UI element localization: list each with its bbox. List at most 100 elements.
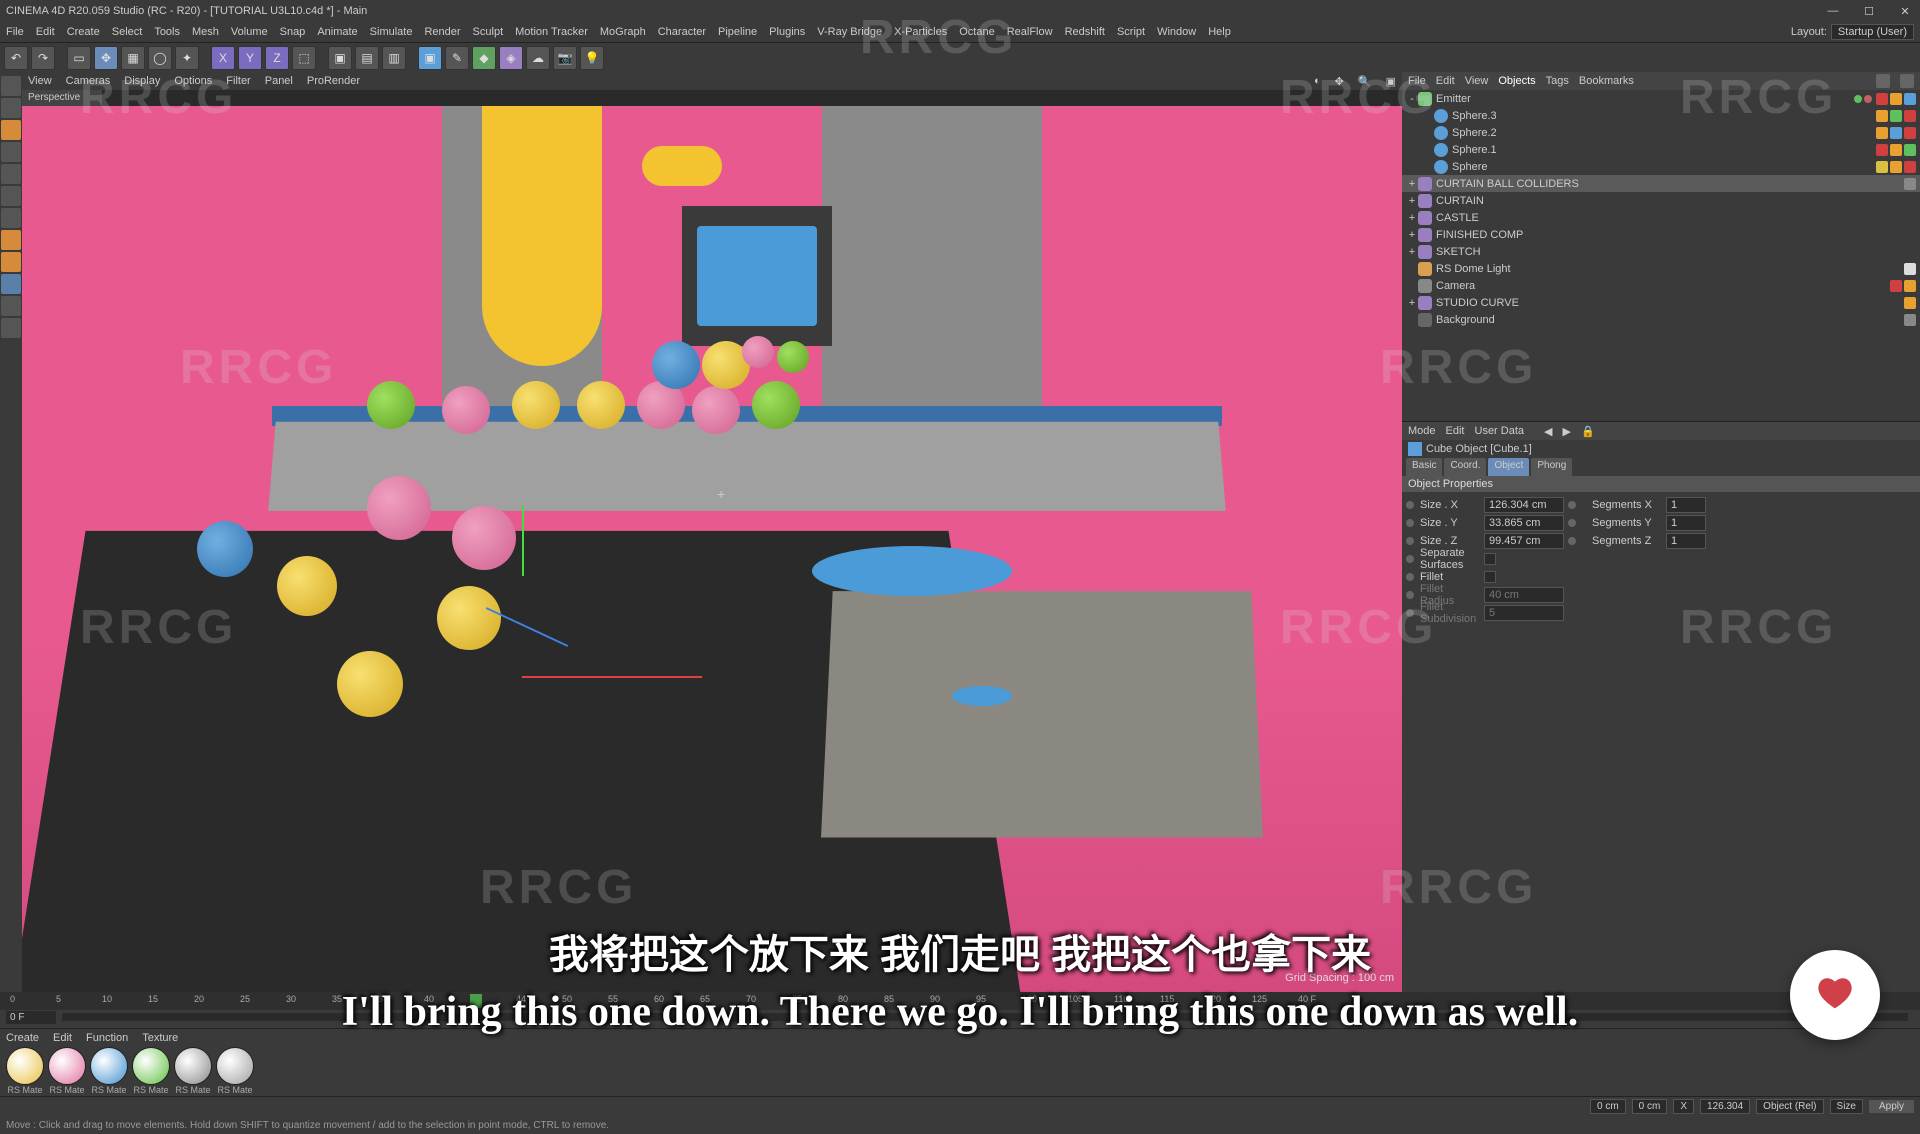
- objtab-file[interactable]: File: [1408, 75, 1426, 87]
- model-mode-icon[interactable]: [1, 76, 21, 96]
- menu-v-ray-bridge[interactable]: V-Ray Bridge: [817, 26, 882, 38]
- deformer-button[interactable]: ◈: [499, 46, 523, 70]
- checkbox[interactable]: [1484, 571, 1496, 583]
- object-tag[interactable]: [1904, 297, 1916, 309]
- material-preview[interactable]: [216, 1047, 254, 1085]
- menu-snap[interactable]: Snap: [280, 26, 306, 38]
- object-tag[interactable]: [1890, 161, 1902, 173]
- viewmenu-filter[interactable]: Filter: [226, 75, 250, 87]
- menu-mesh[interactable]: Mesh: [192, 26, 219, 38]
- viewmenu-panel[interactable]: Panel: [265, 75, 293, 87]
- viewmenu-display[interactable]: Display: [124, 75, 160, 87]
- object-tag[interactable]: [1876, 93, 1888, 105]
- material-item[interactable]: RS Mate: [48, 1047, 86, 1095]
- filter-icon[interactable]: [1900, 74, 1914, 88]
- polygon-mode-icon[interactable]: [1, 186, 21, 206]
- material-item[interactable]: RS Mate: [132, 1047, 170, 1095]
- edge-mode-icon[interactable]: [1, 164, 21, 184]
- objtab-tags[interactable]: Tags: [1546, 75, 1569, 87]
- attr-back-icon[interactable]: ◀: [1544, 425, 1552, 438]
- coord-field[interactable]: 126.304: [1700, 1099, 1750, 1114]
- objtab-bookmarks[interactable]: Bookmarks: [1579, 75, 1634, 87]
- expand-icon[interactable]: +: [1406, 178, 1418, 190]
- menu-render[interactable]: Render: [424, 26, 460, 38]
- object-row[interactable]: +CURTAIN: [1402, 192, 1920, 209]
- material-preview[interactable]: [90, 1047, 128, 1085]
- menu-create[interactable]: Create: [67, 26, 100, 38]
- object-row[interactable]: Sphere.2: [1402, 124, 1920, 141]
- apply-button[interactable]: Apply: [1869, 1100, 1914, 1113]
- menu-redshift[interactable]: Redshift: [1065, 26, 1105, 38]
- attrmenu-user-data[interactable]: User Data: [1475, 425, 1525, 437]
- locked-workplane-icon[interactable]: [1, 296, 21, 316]
- viewmenu-prorender[interactable]: ProRender: [307, 75, 360, 87]
- rotate-tool[interactable]: ◯: [148, 46, 172, 70]
- checkbox[interactable]: [1484, 553, 1496, 565]
- viewport-zoom-icon[interactable]: 🔍: [1358, 75, 1372, 88]
- viewmenu-view[interactable]: View: [28, 75, 52, 87]
- object-row[interactable]: Background: [1402, 311, 1920, 328]
- visibility-dot[interactable]: [1854, 95, 1862, 103]
- attr-lock-icon[interactable]: 🔒: [1581, 425, 1595, 438]
- last-tool[interactable]: ✦: [175, 46, 199, 70]
- menu-help[interactable]: Help: [1208, 26, 1231, 38]
- attr-value-field[interactable]: 1: [1666, 497, 1706, 513]
- object-tag[interactable]: [1876, 110, 1888, 122]
- object-tag[interactable]: [1904, 280, 1916, 292]
- workplane-icon[interactable]: [1, 120, 21, 140]
- menu-pipeline[interactable]: Pipeline: [718, 26, 757, 38]
- menu-motion-tracker[interactable]: Motion Tracker: [515, 26, 588, 38]
- menu-sculpt[interactable]: Sculpt: [473, 26, 504, 38]
- material-preview[interactable]: [132, 1047, 170, 1085]
- gizmo-x-axis[interactable]: [522, 676, 702, 678]
- texture-mode-icon[interactable]: [1, 98, 21, 118]
- object-tag[interactable]: [1904, 161, 1916, 173]
- timeline-ruler[interactable]: 0510152025303538404244505560657075808590…: [0, 992, 1920, 1010]
- object-tag[interactable]: [1890, 110, 1902, 122]
- attrtab-basic[interactable]: Basic: [1406, 458, 1442, 476]
- select-tool[interactable]: ▭: [67, 46, 91, 70]
- object-tag[interactable]: [1904, 127, 1916, 139]
- material-preview[interactable]: [6, 1047, 44, 1085]
- objtab-view[interactable]: View: [1465, 75, 1489, 87]
- undo-button[interactable]: ↶: [4, 46, 28, 70]
- attr-value-field[interactable]: 1: [1666, 533, 1706, 549]
- expand-icon[interactable]: +: [1406, 212, 1418, 224]
- funcmenu-edit[interactable]: Edit: [53, 1032, 72, 1044]
- render-view-button[interactable]: ▣: [328, 46, 352, 70]
- object-tag[interactable]: [1904, 178, 1916, 190]
- timeline-playhead[interactable]: [470, 994, 482, 1008]
- menu-plugins[interactable]: Plugins: [769, 26, 805, 38]
- object-row[interactable]: +CASTLE: [1402, 209, 1920, 226]
- object-tag[interactable]: [1876, 161, 1888, 173]
- menu-edit[interactable]: Edit: [36, 26, 55, 38]
- material-item[interactable]: RS Mate: [90, 1047, 128, 1095]
- attr-fwd-icon[interactable]: ▶: [1563, 425, 1571, 438]
- menu-file[interactable]: File: [6, 26, 24, 38]
- object-tree[interactable]: -EmitterSphere.3Sphere.2Sphere.1Sphere+C…: [1402, 90, 1920, 421]
- viewport-canvas[interactable]: + Grid Spacing : 100 cm: [22, 106, 1402, 992]
- attr-value-field[interactable]: 126.304 cm: [1484, 497, 1564, 513]
- material-item[interactable]: RS Mate: [216, 1047, 254, 1095]
- material-item[interactable]: RS Mate: [174, 1047, 212, 1095]
- menu-mograph[interactable]: MoGraph: [600, 26, 646, 38]
- redo-button[interactable]: ↷: [31, 46, 55, 70]
- objtab-edit[interactable]: Edit: [1436, 75, 1455, 87]
- viewport-max-icon[interactable]: ▣: [1386, 75, 1396, 88]
- planar-workplane-icon[interactable]: [1, 318, 21, 338]
- menu-script[interactable]: Script: [1117, 26, 1145, 38]
- close-button[interactable]: ✕: [1896, 5, 1914, 18]
- attr-value-field[interactable]: 1: [1666, 515, 1706, 531]
- attr-value-field[interactable]: 99.457 cm: [1484, 533, 1564, 549]
- layout-dropdown[interactable]: Startup (User): [1831, 24, 1914, 40]
- object-row[interactable]: +CURTAIN BALL COLLIDERS: [1402, 175, 1920, 192]
- workplane-snap-icon[interactable]: [1, 274, 21, 294]
- object-row[interactable]: +STUDIO CURVE: [1402, 294, 1920, 311]
- coord-field[interactable]: Object (Rel): [1756, 1099, 1823, 1114]
- material-preview[interactable]: [48, 1047, 86, 1085]
- point-mode-icon[interactable]: [1, 142, 21, 162]
- object-tag[interactable]: [1904, 144, 1916, 156]
- record-fab-button[interactable]: [1790, 950, 1880, 1040]
- attrtab-object[interactable]: Object: [1488, 458, 1529, 476]
- object-row[interactable]: RS Dome Light: [1402, 260, 1920, 277]
